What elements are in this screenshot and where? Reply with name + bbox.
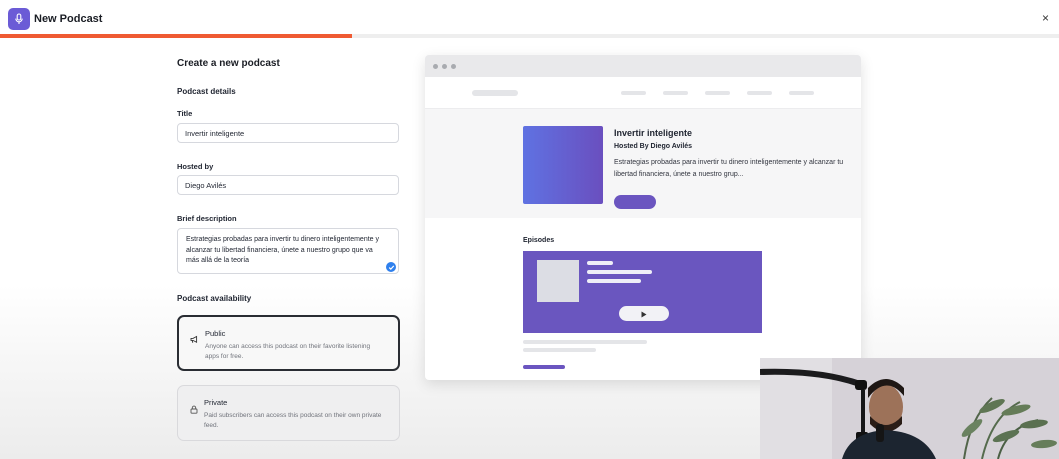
browser-chrome bbox=[425, 55, 861, 77]
option-private-description: Paid subscribers can access this podcast… bbox=[204, 412, 382, 429]
form-heading: Create a new podcast bbox=[177, 58, 280, 69]
checkmark-icon bbox=[386, 262, 396, 272]
webcam-overlay bbox=[760, 358, 1059, 459]
window-dot-icon bbox=[442, 64, 447, 69]
preview-hero: Invertir inteligente Hosted By Diego Avi… bbox=[425, 109, 861, 218]
episode-thumbnail bbox=[537, 260, 579, 302]
option-public[interactable]: Public Anyone can access this podcast on… bbox=[177, 315, 400, 371]
episodes-heading: Episodes bbox=[523, 237, 555, 244]
nav-placeholder bbox=[705, 91, 730, 95]
progress-bar-fill bbox=[0, 34, 352, 38]
play-icon bbox=[641, 305, 647, 323]
logo-placeholder bbox=[472, 90, 518, 96]
megaphone-icon bbox=[190, 331, 199, 349]
option-public-description: Anyone can access this podcast on their … bbox=[205, 343, 371, 360]
option-private[interactable]: Private Paid subscribers can access this… bbox=[177, 385, 400, 441]
nav-placeholder bbox=[621, 91, 646, 95]
description-textarea[interactable]: Estrategias probadas para invertir tu di… bbox=[177, 228, 399, 274]
section-podcast-details: Podcast details bbox=[177, 87, 236, 96]
option-private-title: Private bbox=[204, 398, 228, 407]
episode-text-placeholder bbox=[587, 279, 641, 283]
text-placeholder bbox=[523, 348, 596, 352]
section-podcast-availability: Podcast availability bbox=[177, 294, 252, 303]
window-dot-icon bbox=[451, 64, 456, 69]
title-label: Title bbox=[177, 109, 193, 118]
episode-text-placeholder bbox=[587, 270, 652, 274]
episode-card bbox=[523, 251, 762, 333]
lock-icon bbox=[190, 401, 198, 419]
progress-bar bbox=[0, 34, 1059, 38]
podcast-preview: Invertir inteligente Hosted By Diego Avi… bbox=[425, 55, 861, 380]
episode-text-placeholder bbox=[587, 261, 613, 265]
nav-placeholder bbox=[663, 91, 688, 95]
page-title: New Podcast bbox=[34, 13, 103, 25]
preview-hosted-by: Hosted By Diego Avilés bbox=[614, 143, 693, 150]
accent-placeholder bbox=[523, 365, 565, 369]
play-button bbox=[619, 306, 669, 321]
preview-description: Estrategias probadas para invertir tu di… bbox=[614, 159, 844, 178]
description-label: Brief description bbox=[177, 214, 237, 223]
hosted-by-label: Hosted by bbox=[177, 162, 214, 171]
hosted-by-input[interactable] bbox=[177, 175, 399, 195]
webcam-feed-image bbox=[760, 358, 1059, 459]
nav-placeholder bbox=[747, 91, 772, 95]
preview-podcast-title: Invertir inteligente bbox=[614, 128, 693, 138]
window-dot-icon bbox=[433, 64, 438, 69]
option-public-title: Public bbox=[205, 329, 226, 338]
top-bar: New Podcast × bbox=[0, 0, 1059, 35]
preview-nav bbox=[425, 77, 861, 109]
title-input[interactable] bbox=[177, 123, 399, 143]
preview-subscribe-button bbox=[614, 195, 656, 209]
close-icon[interactable]: × bbox=[1042, 12, 1049, 24]
microphone-icon bbox=[8, 8, 30, 30]
nav-placeholder bbox=[789, 91, 814, 95]
podcast-cover bbox=[523, 126, 603, 204]
text-placeholder bbox=[523, 340, 647, 344]
